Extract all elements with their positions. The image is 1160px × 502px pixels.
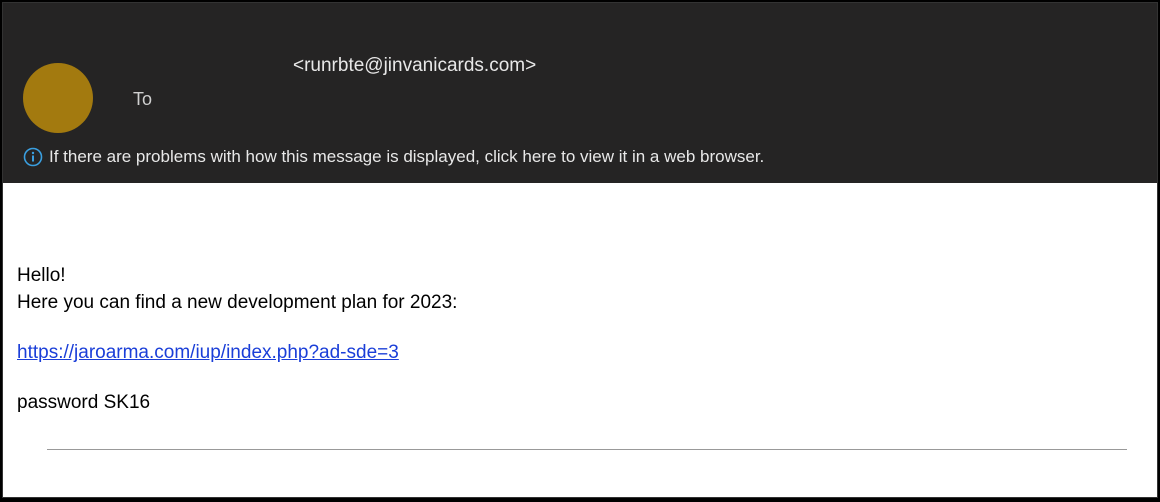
body-link[interactable]: https://jaroarma.com/iup/index.php?ad-sd… xyxy=(17,342,399,363)
info-icon xyxy=(23,147,43,167)
info-bar[interactable]: If there are problems with how this mess… xyxy=(23,147,1137,173)
email-viewer: <runrbte@jinvanicards.com> To If there a… xyxy=(2,2,1158,498)
body-greeting: Hello! xyxy=(17,263,1143,290)
from-address: <runrbte@jinvanicards.com> xyxy=(293,55,536,77)
from-row: <runrbte@jinvanicards.com> xyxy=(123,55,536,77)
body-password: password SK16 xyxy=(17,390,1143,417)
body-intro: Here you can find a new development plan… xyxy=(17,290,1143,317)
to-label: To xyxy=(133,89,536,110)
avatar xyxy=(23,63,93,133)
info-bar-text: If there are problems with how this mess… xyxy=(49,147,764,167)
divider xyxy=(47,449,1127,450)
sender-info: <runrbte@jinvanicards.com> To xyxy=(123,63,536,110)
email-body: Hello! Here you can find a new developme… xyxy=(3,183,1157,470)
sender-row: <runrbte@jinvanicards.com> To xyxy=(23,63,1137,133)
email-header: <runrbte@jinvanicards.com> To If there a… xyxy=(3,3,1157,183)
